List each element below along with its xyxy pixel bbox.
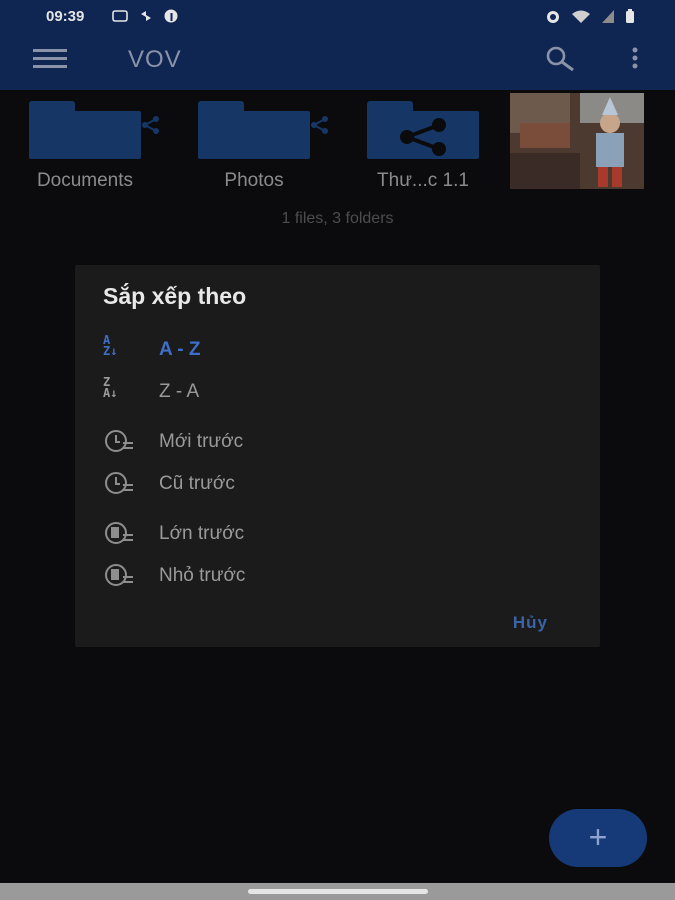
signal-icon <box>602 10 614 23</box>
size-smallest-icon <box>105 564 133 586</box>
sort-option-az[interactable]: A Z↓ A - Z <box>103 333 563 367</box>
sort-option-largest[interactable]: Lớn trước <box>103 517 563 551</box>
sort-za-icon: Z A↓ <box>103 375 118 400</box>
sort-az-icon: A Z↓ <box>103 333 118 358</box>
status-time: 09:39 <box>46 8 85 25</box>
home-gesture-handle[interactable] <box>248 889 428 894</box>
search-icon[interactable] <box>544 46 578 72</box>
alarm-icon <box>547 11 559 23</box>
clock-newest-icon <box>105 430 133 452</box>
facebook-icon <box>164 9 178 23</box>
item-label-photos: Photos <box>224 170 284 191</box>
plus-icon: + <box>588 819 608 855</box>
share-icon <box>400 118 446 156</box>
sort-option-smallest[interactable]: Nhỏ trước <box>103 559 563 593</box>
sim-icon <box>112 10 128 22</box>
sort-option-label: Nhỏ trước <box>159 565 246 586</box>
folder-documents[interactable] <box>29 101 159 161</box>
sort-option-za[interactable]: Z A↓ Z - A <box>103 375 563 409</box>
cancel-button[interactable]: Hủy <box>513 613 548 633</box>
app-bar: VOV <box>0 34 675 90</box>
app-title: VOV <box>128 46 182 73</box>
sort-dialog: Sắp xếp theo A Z↓ A - Z Z A↓ Z - A Mới trư… <box>75 265 600 647</box>
folder-photos[interactable] <box>198 101 328 161</box>
hamburger-menu-icon[interactable] <box>33 49 67 71</box>
item-label-shared: Thư...c 1.1 <box>377 170 469 191</box>
photo-child <box>510 93 644 189</box>
status-bar: 09:39 <box>0 0 675 34</box>
folder-shared[interactable] <box>367 101 479 161</box>
more-vert-icon[interactable] <box>630 46 640 72</box>
item-label-documents: Documents <box>36 170 134 191</box>
folder-summary: 1 files, 3 folders <box>281 210 394 227</box>
sort-option-newest[interactable]: Mới trước <box>103 425 563 459</box>
sort-option-oldest[interactable]: Cũ trước <box>103 467 563 501</box>
status-left-icons <box>112 9 178 23</box>
image-thumbnail[interactable] <box>510 93 644 189</box>
dialog-title: Sắp xếp theo <box>103 283 247 309</box>
sort-option-label: Z - A <box>159 381 200 402</box>
sort-option-label: Lớn trước <box>159 523 245 544</box>
add-fab-button[interactable]: + <box>549 809 647 867</box>
wifi-icon <box>572 10 590 23</box>
share-icon <box>142 116 159 134</box>
sort-option-label: A - Z <box>159 339 201 360</box>
status-right-icons <box>545 9 635 24</box>
navigation-bar <box>0 883 675 900</box>
sync-icon <box>141 11 151 21</box>
clock-oldest-icon <box>105 472 133 494</box>
share-icon <box>311 116 328 134</box>
sort-option-label: Cũ trước <box>159 473 235 494</box>
size-largest-icon <box>105 522 133 544</box>
sort-option-label: Mới trước <box>159 431 244 452</box>
battery-icon <box>626 9 634 23</box>
